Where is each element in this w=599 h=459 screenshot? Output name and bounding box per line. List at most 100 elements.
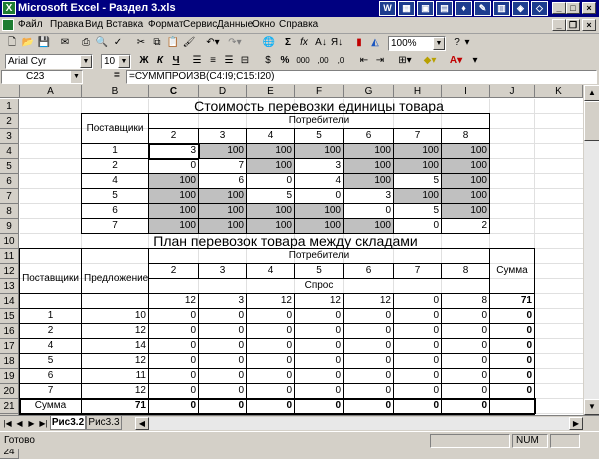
- column-header-d[interactable]: D: [199, 85, 247, 98]
- minimize-icon[interactable]: _: [552, 2, 566, 14]
- open-icon[interactable]: 📂: [21, 36, 35, 50]
- scroll-thumb[interactable]: [584, 101, 599, 141]
- row-header-7[interactable]: 7: [0, 189, 19, 204]
- cost-cell[interactable]: 0: [344, 204, 393, 218]
- print-icon[interactable]: ⎙: [79, 36, 93, 50]
- row-header-1[interactable]: 1: [0, 99, 19, 114]
- taskbar-icon-5[interactable]: ♦: [455, 1, 472, 16]
- taskbar-icon-2[interactable]: ▦: [398, 1, 415, 16]
- column-header-h[interactable]: H: [394, 85, 442, 98]
- demand-value[interactable]: 12: [247, 294, 294, 308]
- cost-cell[interactable]: 100: [247, 219, 294, 233]
- formula-input[interactable]: =СУММПРОИЗВ(C4:I9;C15:I20): [126, 70, 597, 84]
- autosum-icon[interactable]: Σ: [281, 36, 295, 50]
- borders-icon[interactable]: ⊞▾: [395, 54, 415, 68]
- hyperlink-icon[interactable]: 🌐: [262, 36, 276, 50]
- tab-ris3-3[interactable]: Рис3.3: [86, 416, 122, 430]
- plan-table-title[interactable]: План перевозок товара между складами: [82, 234, 489, 248]
- zoom-select[interactable]: 100% ▼: [388, 36, 446, 51]
- consumer-number[interactable]: 6: [344, 129, 393, 143]
- cost-cell[interactable]: 100: [149, 189, 198, 203]
- cost-cell[interactable]: 100: [344, 144, 393, 158]
- indent-icon[interactable]: ⇥: [373, 54, 387, 68]
- consumers-header[interactable]: Потребители: [149, 249, 489, 263]
- plan-cell[interactable]: 0: [149, 354, 198, 368]
- drawing-icon[interactable]: ◭: [368, 36, 382, 50]
- column-sum[interactable]: 0: [295, 399, 343, 413]
- row-header-16[interactable]: 16: [0, 324, 19, 339]
- offer-header[interactable]: Предложение: [82, 249, 148, 308]
- plan-cell[interactable]: 0: [442, 384, 489, 398]
- align-center-icon[interactable]: ≡: [206, 54, 220, 68]
- plan-cell[interactable]: 0: [394, 324, 441, 338]
- select-all-corner[interactable]: [0, 85, 20, 98]
- cost-cell[interactable]: 0: [394, 219, 441, 233]
- column-header-c[interactable]: C: [149, 85, 199, 98]
- supplier-number[interactable]: 6: [82, 204, 148, 218]
- plan-cell[interactable]: 0: [442, 369, 489, 383]
- scroll-left-icon[interactable]: ◀: [135, 417, 149, 430]
- maximize-icon[interactable]: □: [566, 2, 580, 14]
- supplier-number[interactable]: 5: [82, 189, 148, 203]
- plan-cell[interactable]: 0: [344, 324, 393, 338]
- row-header-17[interactable]: 17: [0, 339, 19, 354]
- demand-value[interactable]: 12: [149, 294, 198, 308]
- plan-cell[interactable]: 0: [344, 384, 393, 398]
- paste-icon[interactable]: 📋: [166, 36, 180, 50]
- cost-cell[interactable]: 100: [199, 189, 246, 203]
- cut-icon[interactable]: ✂: [134, 36, 148, 50]
- consumer-number[interactable]: 7: [394, 264, 441, 278]
- plan-cell[interactable]: 0: [394, 309, 441, 323]
- thousands-button[interactable]: 000: [294, 54, 312, 68]
- taskbar-icon-4[interactable]: ▤: [436, 1, 453, 16]
- supplier-number[interactable]: 7: [20, 384, 81, 398]
- menu-window[interactable]: Окно: [252, 19, 275, 30]
- plan-cell[interactable]: 0: [442, 309, 489, 323]
- column-header-g[interactable]: G: [344, 85, 394, 98]
- plan-cell[interactable]: 0: [394, 339, 441, 353]
- row-header-21[interactable]: 21: [0, 399, 19, 414]
- row-sum[interactable]: 0: [490, 369, 534, 383]
- plan-cell[interactable]: 0: [247, 339, 294, 353]
- cost-cell[interactable]: 100: [247, 144, 294, 158]
- undo-icon[interactable]: ↶▾: [203, 36, 223, 50]
- doc-minimize-icon[interactable]: _: [552, 19, 566, 31]
- cost-cell[interactable]: 7: [199, 159, 246, 173]
- merge-center-icon[interactable]: ⊟: [238, 54, 252, 68]
- consumer-number[interactable]: 8: [442, 129, 489, 143]
- row-header-15[interactable]: 15: [0, 309, 19, 324]
- copy-icon[interactable]: ⧉: [150, 36, 164, 50]
- cost-cell[interactable]: 100: [394, 144, 441, 158]
- column-header-b[interactable]: B: [82, 85, 149, 98]
- plan-cell[interactable]: 0: [344, 309, 393, 323]
- menu-data[interactable]: Данные: [217, 19, 253, 30]
- consumer-number[interactable]: 4: [247, 129, 294, 143]
- cost-cell[interactable]: 5: [394, 204, 441, 218]
- next-sheet-icon[interactable]: ▶: [26, 417, 37, 430]
- cost-cell[interactable]: 0: [149, 159, 198, 173]
- column-sum[interactable]: 0: [247, 399, 294, 413]
- supplier-number[interactable]: 4: [20, 339, 81, 353]
- consumers-header[interactable]: Потребители: [149, 114, 489, 128]
- taskbar-icon-6[interactable]: ✎: [474, 1, 491, 16]
- plan-cell[interactable]: 0: [149, 309, 198, 323]
- mail-icon[interactable]: ✉: [58, 36, 72, 50]
- spreadsheet-grid[interactable]: ABCDEFGHIJK 1 2 3 4 5 6 7 8 9 10 11 12 13 14 15 16 17 18 1…: [0, 85, 599, 459]
- plan-cell[interactable]: 0: [394, 369, 441, 383]
- row-header-3[interactable]: 3: [0, 129, 19, 144]
- row-header-4[interactable]: 4: [0, 144, 19, 159]
- demand-value[interactable]: 12: [344, 294, 393, 308]
- vertical-scrollbar[interactable]: ▲ ▼: [583, 85, 599, 415]
- column-header-i[interactable]: I: [442, 85, 490, 98]
- word-taskbar-icon[interactable]: W: [379, 1, 396, 16]
- cost-cell[interactable]: 3: [344, 189, 393, 203]
- taskbar-icon-8[interactable]: ◈: [512, 1, 529, 16]
- supplier-number[interactable]: 5: [20, 354, 81, 368]
- supplier-number[interactable]: 4: [82, 174, 148, 188]
- cost-cell[interactable]: 100: [149, 174, 198, 188]
- function-icon[interactable]: fx: [297, 36, 311, 50]
- offer-value[interactable]: 10: [82, 309, 148, 323]
- row-header-19[interactable]: 19: [0, 369, 19, 384]
- row-header-6[interactable]: 6: [0, 174, 19, 189]
- consumer-number[interactable]: 3: [199, 129, 246, 143]
